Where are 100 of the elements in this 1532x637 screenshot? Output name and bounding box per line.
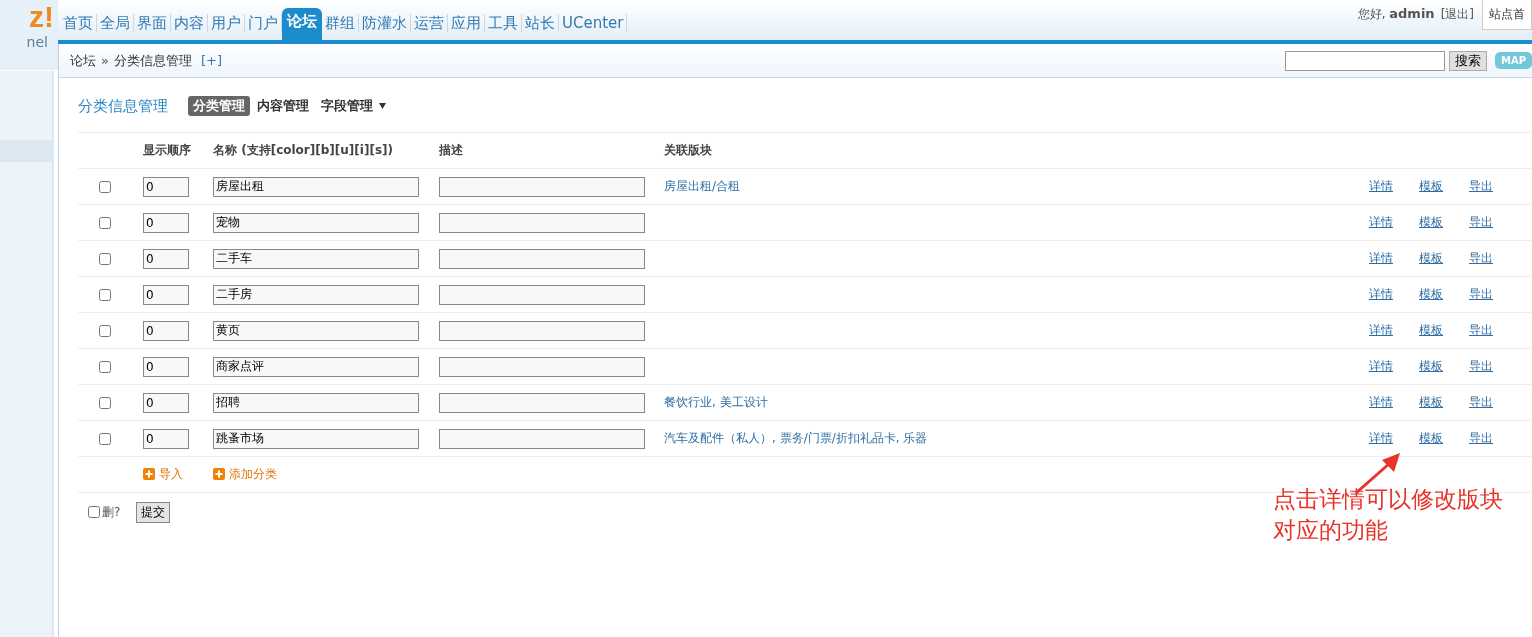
description-field[interactable] <box>439 392 645 413</box>
add-link[interactable]: 添加分类 <box>213 465 277 483</box>
nav-tab[interactable]: 用户 <box>208 14 245 32</box>
search-field[interactable] <box>1284 50 1445 71</box>
nav-tab[interactable]: 防灌水 <box>359 14 411 32</box>
forum-link[interactable]: 餐饮行业, 美工设计 <box>664 395 768 409</box>
nav-tab[interactable]: 群组 <box>322 14 359 32</box>
action-link[interactable]: 模板 <box>1419 395 1443 409</box>
submit-button[interactable]: 提交 <box>136 501 171 523</box>
order-field[interactable]: 0 <box>143 356 189 377</box>
action-link[interactable]: 详情 <box>1369 395 1393 409</box>
action-link[interactable]: 详情 <box>1369 251 1393 265</box>
description-field[interactable] <box>439 212 645 233</box>
column-header: 描述 <box>439 142 464 159</box>
action-link[interactable]: 导出 <box>1469 395 1493 409</box>
name-field[interactable]: 跳蚤市场 <box>213 428 419 449</box>
nav-tab[interactable]: 论坛 <box>282 8 322 40</box>
order-field[interactable]: 0 <box>143 320 189 341</box>
row-checkbox[interactable] <box>98 396 111 409</box>
order-field[interactable]: 0 <box>143 248 189 269</box>
column-header: 关联版块 <box>664 142 713 159</box>
name-field[interactable]: 房屋出租 <box>213 176 419 197</box>
breadcrumb-link[interactable]: 论坛 <box>70 51 96 70</box>
action-link[interactable]: 详情 <box>1369 359 1393 373</box>
row-checkbox[interactable] <box>98 360 111 373</box>
action-link[interactable]: 模板 <box>1419 359 1443 373</box>
column-header: 显示顺序 <box>143 142 192 159</box>
description-field[interactable] <box>439 356 645 377</box>
forum-link[interactable]: 房屋出租/合租 <box>664 179 741 193</box>
add-link-label[interactable]: 添加分类 <box>229 465 277 483</box>
page-title: 分类信息管理 <box>78 96 168 116</box>
action-link[interactable]: 模板 <box>1419 323 1443 337</box>
action-link[interactable]: 模板 <box>1419 287 1443 301</box>
order-field[interactable]: 0 <box>143 284 189 305</box>
nav-tab[interactable]: 全局 <box>97 14 134 32</box>
row-checkbox[interactable] <box>98 324 111 337</box>
row-checkbox[interactable] <box>98 432 111 445</box>
row-checkbox[interactable] <box>98 180 111 193</box>
nav-tab[interactable]: 内容 <box>171 14 208 32</box>
nav-tab[interactable]: 运营 <box>411 14 448 32</box>
description-field[interactable] <box>439 284 645 305</box>
logo: z! <box>29 0 55 34</box>
row-checkbox[interactable] <box>98 288 111 301</box>
site-home-link[interactable]: 站点首 <box>1482 0 1532 30</box>
breadcrumb-link[interactable]: 分类信息管理 <box>113 51 192 70</box>
action-link[interactable]: 详情 <box>1369 287 1393 301</box>
action-link[interactable]: 模板 <box>1419 251 1443 265</box>
nav-tab[interactable]: 首页 <box>60 14 97 32</box>
description-field[interactable] <box>439 248 645 269</box>
name-field[interactable]: 商家点评 <box>213 356 419 377</box>
order-field[interactable]: 0 <box>143 428 189 449</box>
description-field[interactable] <box>439 428 645 449</box>
name-field[interactable]: 招聘 <box>213 392 419 413</box>
action-link[interactable]: 模板 <box>1419 431 1443 445</box>
add-link[interactable]: 导入 <box>143 465 183 483</box>
action-link[interactable]: 详情 <box>1369 323 1393 337</box>
caret-icon[interactable] <box>379 103 386 109</box>
name-field[interactable]: 二手车 <box>213 248 419 269</box>
action-link[interactable]: 导出 <box>1469 287 1493 301</box>
forum-link[interactable]: 汽车及配件（私人）, 票务/门票/折扣礼品卡, 乐器 <box>664 431 928 445</box>
annotation-text: 点击详情可以修改版块 <box>1273 485 1503 514</box>
page-tab[interactable]: 内容管理 <box>252 96 314 116</box>
action-link[interactable]: 导出 <box>1469 431 1493 445</box>
row-checkbox[interactable] <box>98 216 111 229</box>
name-field[interactable]: 二手房 <box>213 284 419 305</box>
action-link[interactable]: 导出 <box>1469 179 1493 193</box>
description-field[interactable] <box>439 320 645 341</box>
row-checkbox[interactable] <box>98 252 111 265</box>
page-tab[interactable]: 字段管理 <box>316 96 378 116</box>
nav-tab[interactable]: 工具 <box>485 14 522 32</box>
plus-icon <box>143 468 155 481</box>
name-field[interactable]: 黄页 <box>213 320 419 341</box>
breadcrumb-separator: » <box>101 53 109 68</box>
delete-checkbox[interactable] <box>88 506 100 518</box>
logout-link[interactable]: [退出] <box>1440 5 1474 23</box>
action-link[interactable]: 模板 <box>1419 179 1443 193</box>
description-field[interactable] <box>439 176 645 197</box>
add-shortcut-link[interactable]: [+] <box>200 53 222 68</box>
nav-tab[interactable]: 站长 <box>522 14 559 32</box>
delete-label: 删? <box>102 503 121 521</box>
action-link[interactable]: 导出 <box>1469 215 1493 229</box>
search-button[interactable]: 搜索 <box>1448 50 1487 71</box>
order-field[interactable]: 0 <box>143 392 189 413</box>
action-link[interactable]: 详情 <box>1369 179 1393 193</box>
nav-tab[interactable]: UCenter <box>559 14 628 32</box>
action-link[interactable]: 导出 <box>1469 251 1493 265</box>
order-field[interactable]: 0 <box>143 212 189 233</box>
logo-subtitle: nel <box>26 34 49 50</box>
plus-icon <box>213 468 225 481</box>
action-link[interactable]: 导出 <box>1469 323 1493 337</box>
add-link-label[interactable]: 导入 <box>159 465 183 483</box>
nav-tab[interactable]: 界面 <box>134 14 171 32</box>
nav-tab[interactable]: 应用 <box>448 14 485 32</box>
action-link[interactable]: 详情 <box>1369 215 1393 229</box>
order-field[interactable]: 0 <box>143 176 189 197</box>
action-link[interactable]: 模板 <box>1419 215 1443 229</box>
action-link[interactable]: 导出 <box>1469 359 1493 373</box>
name-field[interactable]: 宠物 <box>213 212 419 233</box>
action-link[interactable]: 详情 <box>1369 431 1393 445</box>
page-tab[interactable]: 分类管理 <box>188 96 250 116</box>
